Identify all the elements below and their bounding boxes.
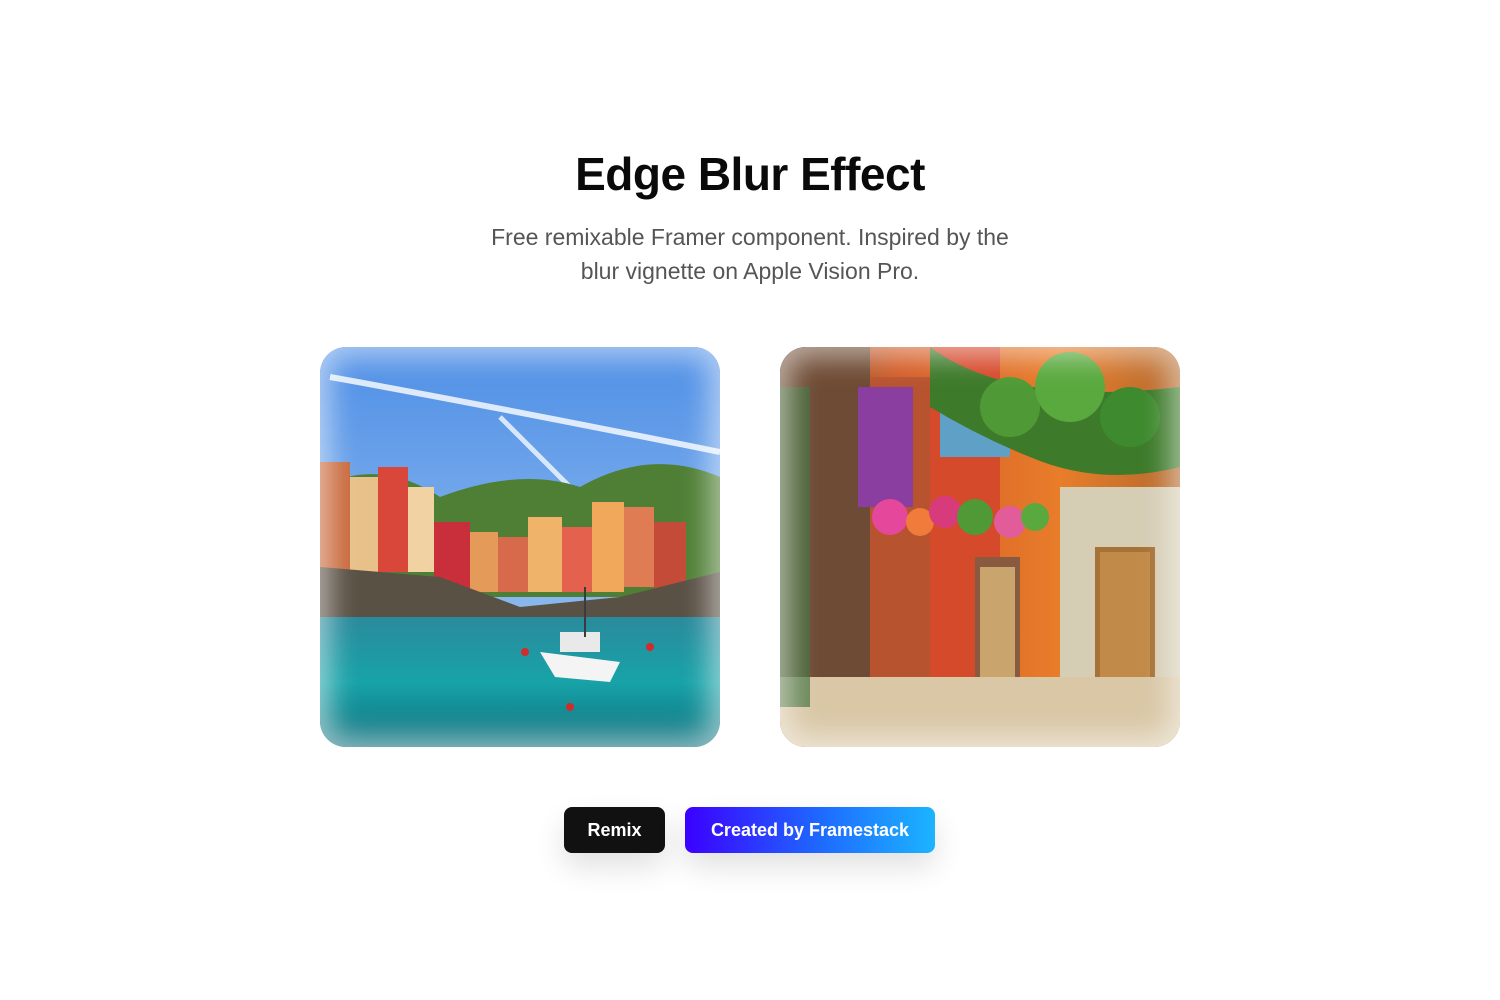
coastal-village-illustration [320,347,720,747]
page-subtitle: Free remixable Framer component. Inspire… [491,224,1009,284]
colorful-street-image [780,347,1180,747]
page-title: Edge Blur Effect [575,148,925,200]
page: Edge Blur Effect Free remixable Framer c… [0,0,1500,1000]
remix-button[interactable]: Remix [564,807,665,853]
colorful-street-illustration [780,347,1180,747]
coastal-village-image [320,347,720,747]
created-by-framestack-button[interactable]: Created by Framestack [685,807,935,853]
